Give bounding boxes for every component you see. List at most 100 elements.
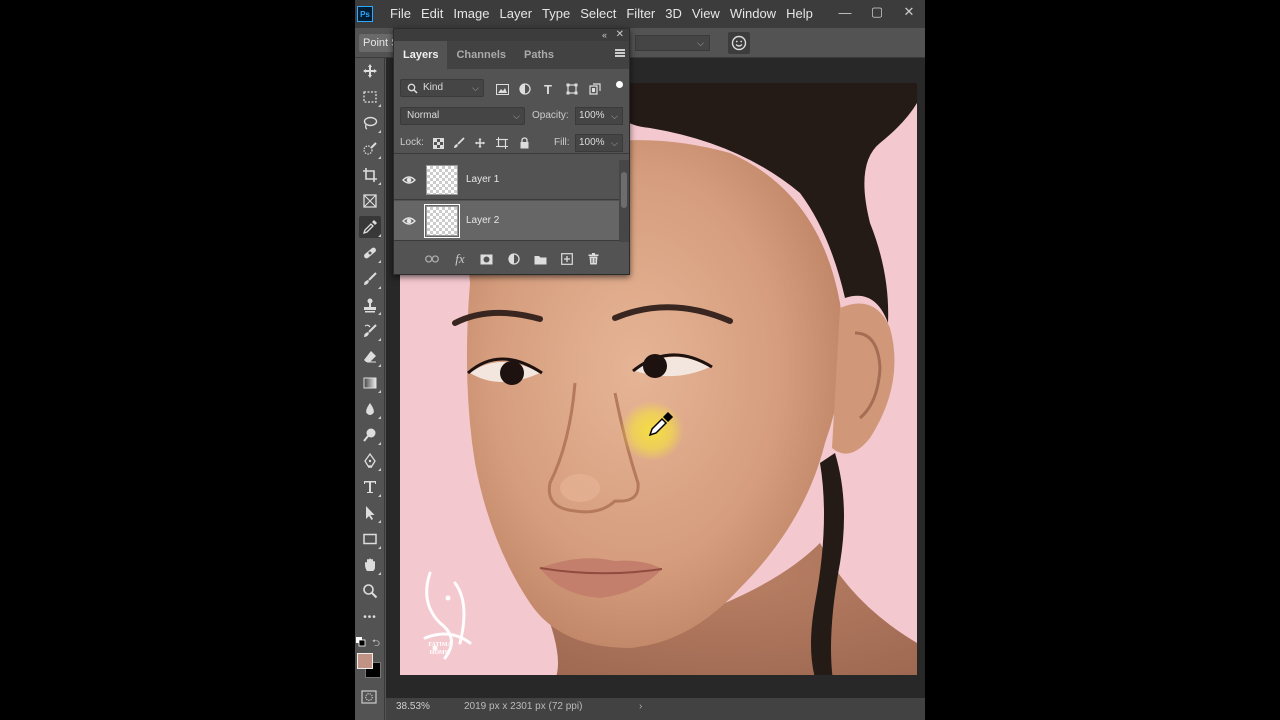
menu-select[interactable]: Select xyxy=(575,0,621,28)
sample-dropdown[interactable]: ⌵ xyxy=(635,35,710,51)
link-layers-button[interactable] xyxy=(425,252,439,266)
fill-input[interactable]: 100% ⌵ xyxy=(575,134,623,152)
new-adjustment-layer-button[interactable] xyxy=(507,252,521,266)
frame-tool[interactable] xyxy=(359,190,381,212)
brush-tool[interactable] xyxy=(359,268,381,290)
tab-channels[interactable]: Channels xyxy=(447,41,515,69)
close-panel-icon[interactable]: ✕ xyxy=(616,29,624,41)
new-layer-button[interactable] xyxy=(560,252,574,266)
lock-all[interactable] xyxy=(518,137,530,149)
menu-image[interactable]: Image xyxy=(448,0,494,28)
tab-paths[interactable]: Paths xyxy=(515,41,563,69)
default-colors-icon[interactable] xyxy=(356,637,366,647)
plus-square-icon xyxy=(561,253,573,265)
scrollbar-thumb[interactable] xyxy=(621,172,627,208)
hand-tool[interactable] xyxy=(359,554,381,576)
blend-row: Normal ⌵ Opacity: 100% ⌵ xyxy=(394,105,629,127)
move-tool[interactable] xyxy=(359,60,381,82)
lock-image-pixels[interactable] xyxy=(453,137,465,149)
blend-mode-select[interactable]: Normal ⌵ xyxy=(400,107,525,125)
delete-layer-button[interactable] xyxy=(586,252,600,266)
filter-kind-select[interactable]: Kind ⌵ xyxy=(400,79,484,97)
face-detection-button[interactable] xyxy=(728,32,750,54)
quick-selection-tool[interactable] xyxy=(359,138,381,160)
eye-icon[interactable] xyxy=(402,173,416,187)
menu-filter[interactable]: Filter xyxy=(621,0,660,28)
lock-transparent-pixels[interactable] xyxy=(432,137,444,149)
new-group-button[interactable] xyxy=(533,252,547,266)
pen-tool[interactable] xyxy=(359,450,381,472)
add-mask-button[interactable] xyxy=(479,252,493,266)
bandage-icon xyxy=(364,247,376,259)
history-brush-tool[interactable] xyxy=(359,320,381,342)
dodge-tool[interactable] xyxy=(359,424,381,446)
menu-help[interactable]: Help xyxy=(781,0,818,28)
rectangle-icon xyxy=(363,533,377,545)
lasso-tool[interactable] xyxy=(359,112,381,134)
lock-position[interactable] xyxy=(474,137,486,149)
filter-shape-layers[interactable] xyxy=(565,82,579,96)
path-selection-tool[interactable] xyxy=(359,502,381,524)
restore-button[interactable]: ▢ xyxy=(861,0,893,24)
layer-name[interactable]: Layer 1 xyxy=(466,160,499,200)
menu-view[interactable]: View xyxy=(687,0,725,28)
photoshop-logo-icon: Ps xyxy=(357,6,373,22)
foreground-color-swatch[interactable] xyxy=(357,653,373,669)
stamp-icon xyxy=(364,298,376,313)
eraser-tool[interactable] xyxy=(359,346,381,368)
edit-toolbar-button[interactable]: ••• xyxy=(359,606,381,628)
hand-icon xyxy=(365,558,375,571)
zoom-tool[interactable] xyxy=(359,580,381,602)
healing-brush-tool[interactable] xyxy=(359,242,381,264)
photoshop-window: Ps File Edit Image Layer Type Select Fil… xyxy=(355,0,925,720)
opacity-input[interactable]: 100% ⌵ xyxy=(575,107,623,125)
zoom-level[interactable]: 38.53% xyxy=(396,698,430,716)
marquee-tool[interactable] xyxy=(359,86,381,108)
swap-colors-icon[interactable]: ⮌ xyxy=(372,636,382,649)
rectangle-tool[interactable] xyxy=(359,528,381,550)
layer-style-button[interactable]: fx xyxy=(453,251,467,266)
crop-tool[interactable] xyxy=(359,164,381,186)
menu-layer[interactable]: Layer xyxy=(495,0,538,28)
shape-icon xyxy=(566,83,578,95)
filter-adjustment-layers[interactable] xyxy=(518,82,532,96)
type-icon xyxy=(364,481,376,493)
layer-name[interactable]: Layer 2 xyxy=(466,201,499,241)
panel-titlebar[interactable]: « ✕ xyxy=(394,29,629,41)
menu-file[interactable]: File xyxy=(385,0,416,28)
gradient-tool[interactable] xyxy=(359,372,381,394)
close-button[interactable]: ✕ xyxy=(893,0,925,24)
chevron-down-icon: ⌵ xyxy=(513,111,520,121)
filter-type-layers[interactable]: T xyxy=(541,81,555,97)
layer-row-layer-2[interactable]: Layer 2 xyxy=(394,201,619,241)
clone-stamp-tool[interactable] xyxy=(359,294,381,316)
status-menu-arrow[interactable]: › xyxy=(639,698,642,716)
menu-type[interactable]: Type xyxy=(537,0,575,28)
layer-thumbnail xyxy=(424,204,460,238)
filter-smart-objects[interactable] xyxy=(588,82,602,96)
layer-row-layer-1[interactable]: Layer 1 xyxy=(394,160,619,200)
panel-tabs: Layers Channels Paths xyxy=(394,41,629,69)
lock-icon xyxy=(520,137,528,149)
menu-window[interactable]: Window xyxy=(725,0,781,28)
eye-icon[interactable] xyxy=(402,214,416,228)
eyedropper-tool[interactable] xyxy=(359,216,381,238)
smiley-icon xyxy=(731,35,747,51)
filter-toggle-icon[interactable] xyxy=(616,81,623,88)
menu-edit[interactable]: Edit xyxy=(416,0,448,28)
menu-3d[interactable]: 3D xyxy=(660,0,687,28)
collapse-panel-icon[interactable]: « xyxy=(602,29,607,41)
tab-layers[interactable]: Layers xyxy=(394,41,448,69)
filter-pixel-layers[interactable] xyxy=(495,82,509,96)
chevron-down-icon: ⌵ xyxy=(472,83,479,93)
quick-mask-icon[interactable] xyxy=(361,690,377,704)
type-tool[interactable] xyxy=(359,476,381,498)
move-icon xyxy=(363,64,377,78)
layers-scrollbar[interactable] xyxy=(619,160,629,242)
type-filter-icon: T xyxy=(544,81,552,97)
lock-artboard[interactable] xyxy=(496,137,508,149)
blur-tool[interactable] xyxy=(359,398,381,420)
panel-menu-icon[interactable] xyxy=(615,49,625,57)
minimize-button[interactable]: — xyxy=(829,0,861,24)
move-icon xyxy=(474,137,486,149)
